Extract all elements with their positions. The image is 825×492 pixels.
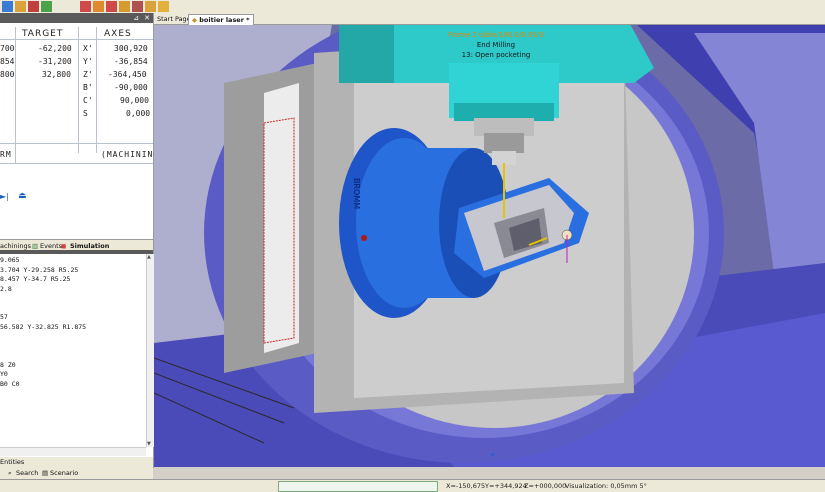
main-toolbar [0, 0, 825, 14]
operation-frame: Frame 2 table/180.0/0.05/0 [448, 31, 544, 39]
code-line: 8 Z0 [0, 360, 16, 369]
step-forward-icon[interactable]: ►| [0, 192, 9, 201]
axis-value-b: -90,000 [114, 83, 148, 92]
scenario-icon: ▤ [42, 469, 49, 477]
axis-value-y: -36,854 [114, 57, 148, 66]
axis-value-z: -364,450 [108, 70, 147, 79]
tool-icon[interactable] [80, 1, 91, 12]
target-value-z: 32,800 [42, 70, 71, 79]
pin-icon[interactable]: ⊿ [133, 13, 139, 23]
tab-search[interactable]: Search [16, 468, 38, 478]
document-icon: ◆ [192, 16, 197, 24]
scroll-up-icon[interactable]: ▲ [147, 254, 151, 260]
folder-icon[interactable] [145, 1, 156, 12]
left-value-1: 700 [0, 44, 15, 53]
operation-type: End Milling [476, 41, 516, 49]
code-line: 56.582 Y-32.825 R1.875 [0, 322, 87, 331]
axis-name-c: C' [83, 96, 93, 105]
mode-left: RM [0, 150, 12, 159]
search-icon: ⌕ [8, 469, 12, 477]
simulate-icon[interactable] [106, 1, 117, 12]
machine-icon[interactable] [93, 1, 104, 12]
machine-scene: BROMM [154, 13, 825, 467]
3d-viewport[interactable]: BROMM Frame 2 table/180.0/0.05/0 End Mil… [154, 13, 825, 467]
code-line: 2.8 [0, 284, 12, 293]
status-y: Y=+344,924 [485, 482, 527, 490]
axis-name-s: S [83, 109, 88, 118]
report-icon[interactable] [132, 1, 143, 12]
left-value-2: 854 [0, 57, 15, 66]
target-value-x: -62,200 [38, 44, 72, 53]
code-line: 57 [0, 313, 8, 321]
document-tabs: Start Page ◆ boitier laser * [154, 13, 825, 25]
run-icon[interactable] [41, 1, 52, 12]
status-bar: X=-150,675 Y=+344,924 Z=+000,000 Visuali… [0, 479, 825, 492]
tab-entities[interactable]: Entities [0, 457, 24, 467]
code-line: Y0 [0, 370, 8, 378]
code-line: B0 C0 [0, 379, 20, 388]
nc-code-view[interactable]: 9.065 3.704 Y-29.258 R5.25 8.457 Y-34.7 R5… [0, 254, 146, 447]
eject-icon[interactable]: ⏏ [18, 191, 27, 201]
open-icon[interactable] [15, 1, 26, 12]
operation-name: 13: Open pocketing [461, 51, 531, 59]
tab-active-document[interactable]: ◆ boitier laser * [188, 14, 254, 25]
axis-triad-icon: ⌖ [490, 451, 496, 461]
axes-header: AXES [104, 29, 132, 39]
target-value-y: -31,200 [38, 57, 72, 66]
code-line: 3.704 Y-29.258 R5.25 [0, 265, 79, 274]
axis-name-b: B' [83, 83, 93, 92]
code-scrollbar[interactable]: ▲ ▼ [146, 254, 154, 447]
spindle-brand: BROMM [352, 178, 361, 209]
code-line: 9.065 [0, 256, 20, 264]
axis-value-x: 300,920 [114, 44, 148, 53]
code-hscrollbar[interactable] [0, 447, 146, 456]
axis-value-c: 90,000 [120, 96, 149, 105]
target-header: TARGET [22, 29, 64, 39]
progress-bar [278, 481, 438, 492]
new-icon[interactable] [2, 1, 13, 12]
help-icon[interactable] [158, 1, 169, 12]
status-z: Z=+000,000 [524, 482, 567, 490]
axis-name-z: Z' [83, 70, 93, 79]
axis-name-y: Y' [83, 57, 93, 66]
settings-icon[interactable] [119, 1, 130, 12]
save-icon[interactable] [28, 1, 39, 12]
status-visualization: Visualization: 0,05mm 5° [565, 482, 647, 490]
active-document-label: boitier laser * [199, 16, 250, 24]
left-value-3: 800 [0, 70, 15, 79]
close-icon[interactable]: ✕ [144, 13, 150, 23]
scroll-down-icon[interactable]: ▼ [147, 441, 151, 447]
panel-titlebar: ⊿ ✕ [0, 13, 153, 23]
status-x: X=-150,675 [446, 482, 486, 490]
tab-scenario[interactable]: Scenario [50, 468, 78, 478]
axis-value-s: 0,000 [126, 109, 151, 118]
axis-name-x: X' [83, 44, 93, 53]
code-line: 8.457 Y-34.7 R5.25 [0, 275, 71, 283]
bottom-tabs: Entities ⌕ Search ▤ Scenario [0, 457, 153, 480]
